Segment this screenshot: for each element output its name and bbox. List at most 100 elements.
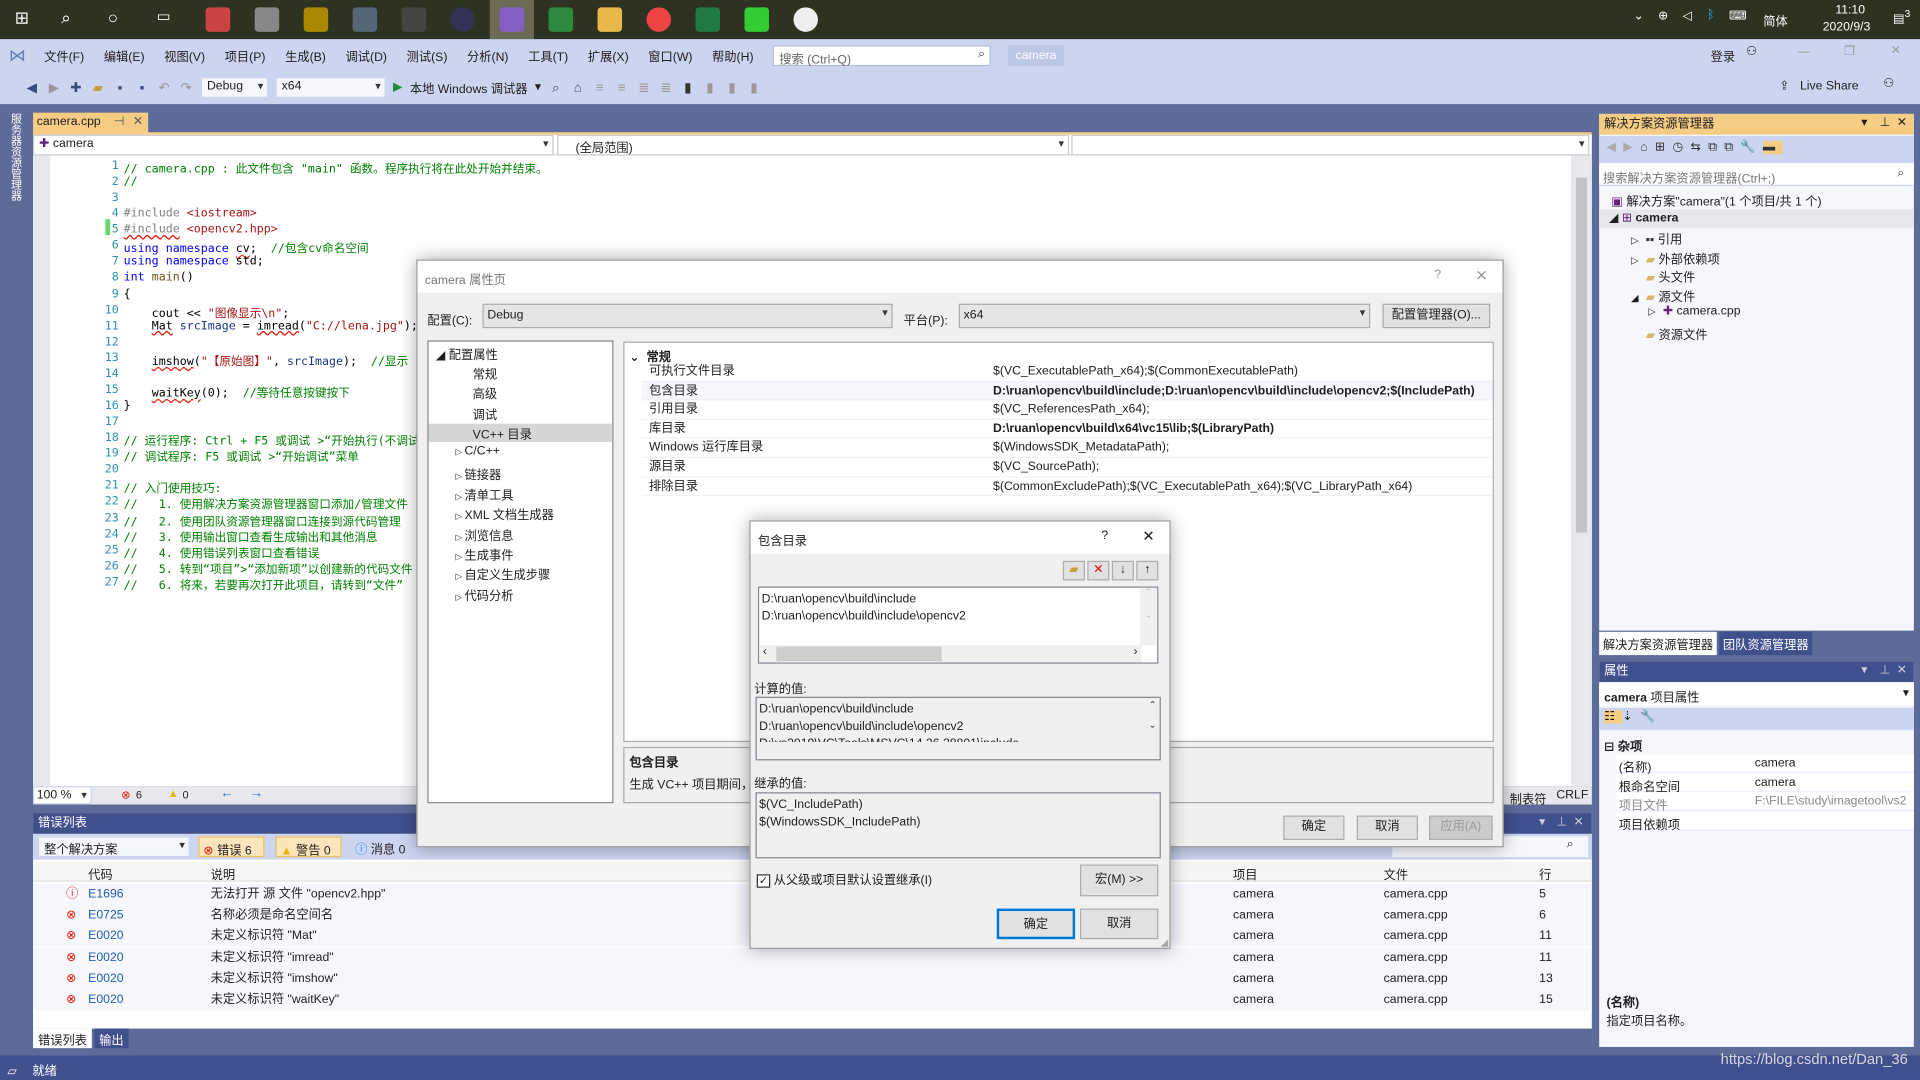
menu-item[interactable]: 生成(B) bbox=[275, 46, 335, 64]
code-line[interactable]: Mat srcImage = imread("C://lena.jpg"); bbox=[124, 319, 418, 332]
tree-item[interactable]: ▰ 资源文件 bbox=[1631, 324, 1708, 342]
outdent-icon[interactable]: ≡ bbox=[615, 80, 630, 95]
code-line[interactable]: // 3. 使用输出窗口查看生成输出和其他消息 bbox=[124, 527, 378, 544]
help-button[interactable]: ? bbox=[1434, 268, 1441, 281]
tree-item[interactable]: ▷ 清单工具 bbox=[456, 485, 514, 503]
category-misc[interactable]: ⊟ 杂项 bbox=[1604, 736, 1642, 754]
chevron-up-icon[interactable]: ⌄ bbox=[1633, 10, 1643, 23]
tree-item[interactable]: 高级 bbox=[473, 384, 497, 402]
property-value[interactable]: $(VC_ExecutablePath_x64);$(CommonExecuta… bbox=[993, 362, 1495, 380]
back-icon[interactable]: ◀ bbox=[24, 80, 39, 95]
property-value[interactable]: D:\ruan\opencv\build\include;D:\ruan\ope… bbox=[993, 382, 1495, 400]
cortana-icon[interactable]: ○ bbox=[108, 7, 132, 31]
clock-time[interactable]: 11:10 bbox=[1820, 4, 1881, 17]
show-all-files-icon[interactable]: ⧉ bbox=[1724, 141, 1740, 154]
vertical-scrollbar[interactable]: ˆˇ bbox=[1140, 587, 1158, 646]
start-debugging-icon[interactable]: ▶ bbox=[393, 81, 402, 94]
code-line[interactable]: waitKey(0); //等待任意按键按下 bbox=[124, 383, 350, 400]
close-icon[interactable]: ✕ bbox=[1573, 816, 1583, 829]
error-code[interactable]: E0020 bbox=[88, 989, 123, 1010]
properties-icon[interactable]: 🔧 bbox=[1740, 141, 1763, 154]
panel-menu-icon[interactable]: ▾ bbox=[1861, 116, 1867, 129]
code-line[interactable]: // 4. 使用错误列表窗口查看错误 bbox=[124, 543, 320, 560]
error-row[interactable]: ⊗ E0020 未定义标识符 "imread" camera camera.cpp 11 bbox=[33, 947, 1592, 969]
keyboard-icon[interactable]: ⌨ bbox=[1729, 10, 1747, 23]
project-scope-dropdown[interactable]: ✚ camera bbox=[33, 134, 554, 156]
checkbox-checked-icon[interactable]: ✓ bbox=[756, 874, 771, 888]
tree-item[interactable]: ▷ 代码分析 bbox=[456, 585, 514, 603]
pin-icon[interactable]: ⊥ bbox=[1556, 816, 1567, 829]
property-value[interactable]: $(WindowsSDK_MetadataPath); bbox=[993, 439, 1495, 457]
open-file-icon[interactable]: ▰ bbox=[91, 80, 106, 95]
tab-team-explorer[interactable]: 团队资源管理器 bbox=[1719, 631, 1813, 656]
code-line[interactable]: // 6. 将来，若要再次打开此项目，请转到“文件” bbox=[124, 575, 403, 592]
menu-item[interactable]: 视图(V) bbox=[154, 46, 214, 64]
file-explorer-icon[interactable] bbox=[597, 7, 623, 32]
app-icon[interactable] bbox=[205, 7, 231, 32]
next-issue-icon[interactable]: → bbox=[250, 786, 263, 801]
indent-mode[interactable]: 制表符 bbox=[1510, 789, 1547, 806]
code-line[interactable]: // 5. 转到“项目”>“添加新项”以创建新的代码文件 bbox=[124, 559, 413, 576]
error-count[interactable]: 6 bbox=[136, 789, 142, 801]
volume-muted-icon[interactable]: ◁ bbox=[1682, 10, 1691, 23]
switch-views-icon[interactable]: ⊞ bbox=[1655, 141, 1673, 154]
resize-grip-icon[interactable]: ◢ bbox=[1161, 937, 1169, 948]
code-line[interactable]: imshow("【原始图】", srcImage); //显示 bbox=[124, 351, 409, 368]
object-selector-dropdown[interactable]: camera 项目属性 ▾ bbox=[1599, 683, 1914, 706]
warning-icon[interactable]: ▲ bbox=[168, 787, 179, 799]
excel-icon[interactable] bbox=[695, 7, 721, 32]
scroll-right-icon[interactable]: › bbox=[1133, 645, 1137, 658]
property-value[interactable]: $(VC_SourcePath); bbox=[993, 458, 1495, 476]
property-row[interactable]: 项目文件 F:\FILE\study\imagetool\vs2 bbox=[1616, 792, 1914, 813]
server-explorer-tab[interactable]: 服务器资源管理器 bbox=[7, 113, 24, 201]
macros-button[interactable]: 宏(M) >> bbox=[1080, 864, 1159, 897]
undo-icon[interactable]: ↶ bbox=[157, 80, 172, 95]
redo-icon[interactable]: ↷ bbox=[179, 80, 194, 95]
menu-item[interactable]: 文件(F) bbox=[34, 46, 94, 64]
tree-item[interactable]: ▷ C/C++ bbox=[456, 444, 500, 457]
indent-icon[interactable]: ≡ bbox=[592, 80, 607, 95]
matlab-icon[interactable] bbox=[303, 7, 329, 32]
new-line-button[interactable]: ▰ bbox=[1062, 560, 1085, 581]
solution-search-input[interactable]: 搜索解决方案资源管理器(Ctrl+;) ⌕ bbox=[1599, 164, 1914, 187]
error-code[interactable]: E0020 bbox=[88, 926, 123, 947]
code-line[interactable]: // 调试程序: F5 或调试 >“开始调试”菜单 bbox=[124, 447, 359, 464]
tab-camera-cpp[interactable]: camera.cpp ⊣ ✕ bbox=[33, 112, 149, 134]
column-header[interactable]: 行 bbox=[1539, 864, 1551, 882]
login-link[interactable]: 登录 bbox=[1711, 47, 1735, 64]
menu-item[interactable]: 分析(N) bbox=[457, 46, 518, 64]
property-value[interactable]: camera bbox=[1755, 776, 1912, 789]
search-icon[interactable]: ⌕ bbox=[61, 7, 85, 31]
tree-item[interactable]: ▷ 链接器 bbox=[456, 465, 502, 482]
code-line[interactable]: using namespace cv; //包含cv命名空间 bbox=[124, 239, 369, 256]
comment-icon[interactable]: ≣ bbox=[637, 80, 652, 95]
code-line[interactable]: #include <opencv2.hpp> bbox=[124, 223, 278, 236]
pin-icon[interactable]: ⊥ bbox=[1880, 664, 1891, 677]
previous-issue-icon[interactable]: ← bbox=[220, 786, 233, 801]
ok-button[interactable]: 确定 bbox=[1283, 815, 1345, 841]
tab-output[interactable]: 输出 bbox=[94, 1028, 129, 1049]
apply-button[interactable]: 应用(A) bbox=[1428, 815, 1493, 841]
warning-count[interactable]: 0 bbox=[182, 789, 188, 801]
menu-item[interactable]: 调试(D) bbox=[336, 46, 397, 64]
notification-icon[interactable]: ▤3 bbox=[1893, 7, 1910, 26]
cancel-button[interactable]: 取消 bbox=[1356, 815, 1418, 841]
code-line[interactable]: // camera.cpp : 此文件包含 "main" 函数。程序执行将在此处… bbox=[124, 159, 548, 176]
restore-button[interactable]: ❐ bbox=[1844, 45, 1855, 58]
property-row[interactable]: 排除目录 $(CommonExcludePath);$(VC_Executable… bbox=[641, 477, 1495, 497]
menu-item[interactable]: 工具(T) bbox=[518, 46, 578, 64]
code-line[interactable]: // 2. 使用团队资源管理器窗口连接到源代码管理 bbox=[124, 511, 401, 528]
prev-bookmark-icon[interactable]: ▮ bbox=[703, 80, 718, 95]
code-line[interactable]: { bbox=[124, 287, 131, 300]
close-button[interactable]: ✕ bbox=[1891, 44, 1901, 57]
error-scope-dropdown[interactable]: 整个解决方案 bbox=[37, 836, 190, 858]
preview-icon[interactable]: ▬ bbox=[1762, 140, 1783, 155]
pending-changes-icon[interactable]: ◷ bbox=[1672, 141, 1690, 154]
panel-menu-icon[interactable]: ▾ bbox=[1539, 816, 1545, 829]
tree-item[interactable]: 调试 bbox=[473, 404, 497, 422]
forward-icon[interactable]: ▶ bbox=[1623, 141, 1640, 154]
tree-item[interactable]: ▷ ✚ camera.cpp bbox=[1648, 305, 1740, 318]
eclipse-icon[interactable] bbox=[450, 7, 476, 32]
property-value[interactable]: $(CommonExcludePath);$(VC_ExecutablePath… bbox=[993, 477, 1495, 495]
app-icon[interactable] bbox=[254, 7, 280, 32]
